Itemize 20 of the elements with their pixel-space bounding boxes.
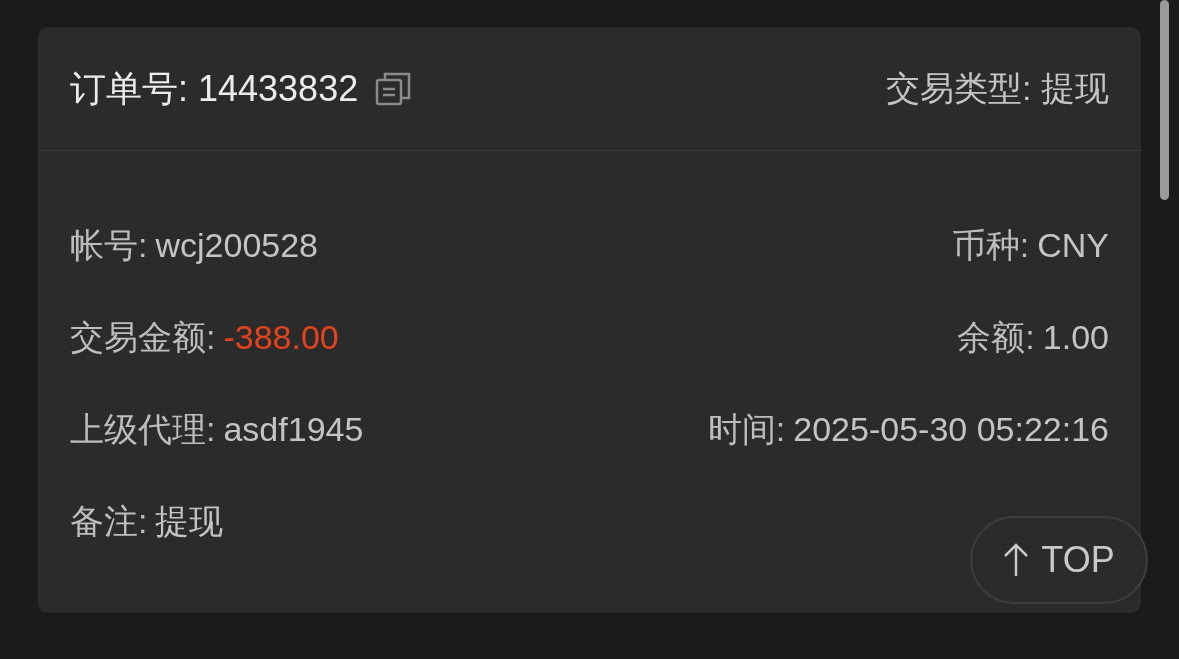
copy-icon[interactable]: [374, 70, 413, 107]
transaction-type: 交易类型: 提现: [886, 68, 1109, 109]
arrow-up-icon: [1003, 542, 1030, 578]
field-value: asdf1945: [223, 408, 364, 450]
field-value: wcj200528: [155, 224, 318, 266]
field-label: 备注:: [70, 500, 148, 542]
field-value: 2025-05-30 05:22:16: [793, 408, 1109, 450]
field-label: 币种:: [951, 224, 1030, 266]
order-number: 订单号: 14433832: [70, 66, 359, 111]
field-label: 帐号:: [70, 224, 148, 266]
field-label: 交易金额:: [70, 316, 216, 358]
field-label: 余额:: [957, 316, 1035, 358]
scrollbar[interactable]: [1160, 0, 1169, 200]
field-label: 时间:: [707, 408, 786, 450]
field-value: 提现: [155, 500, 224, 542]
field-label: 上级代理:: [70, 408, 216, 450]
field-value: 1.00: [1042, 316, 1109, 358]
field-value: -388.00: [223, 316, 339, 358]
back-to-top-button[interactable]: TOP: [970, 516, 1148, 604]
field-value: CNY: [1037, 224, 1109, 266]
